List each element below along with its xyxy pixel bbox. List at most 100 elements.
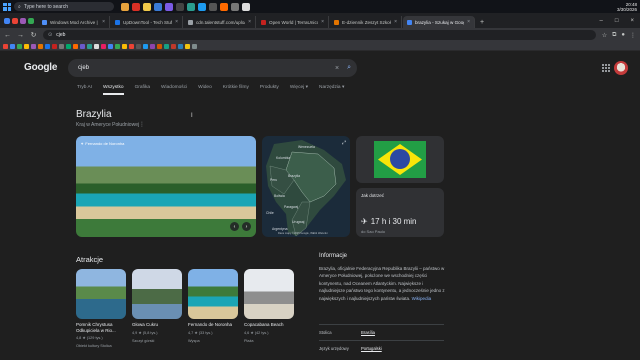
bookmark-icon[interactable]: [192, 43, 197, 49]
app-icon[interactable]: [132, 2, 140, 11]
pinned-tab-icon[interactable]: [20, 17, 26, 24]
app-icon[interactable]: [143, 2, 151, 11]
search-icon[interactable]: ⌕: [347, 64, 351, 72]
bookmark-icon[interactable]: [136, 43, 141, 49]
close-icon[interactable]: ×: [394, 19, 397, 25]
bookmark-icon[interactable]: [94, 43, 99, 49]
bookmark-icon[interactable]: [101, 43, 106, 49]
file-explorer-icon[interactable]: [121, 2, 129, 11]
google-logo[interactable]: Google: [24, 62, 57, 73]
previous-arrow-icon[interactable]: ‹: [230, 222, 239, 231]
bookmark-icon[interactable]: [52, 43, 57, 49]
back-icon[interactable]: ←: [4, 32, 11, 39]
bookmark-icon[interactable]: [115, 43, 120, 49]
bookmark-icon[interactable]: [73, 43, 78, 49]
app-icon[interactable]: [165, 2, 173, 11]
bookmark-icon[interactable]: [38, 43, 43, 49]
bookmark-icon[interactable]: [129, 43, 134, 49]
avatar[interactable]: [614, 61, 628, 75]
app-icon[interactable]: [198, 2, 206, 11]
wikipedia-link[interactable]: Wikipedia: [412, 296, 432, 301]
app-icon[interactable]: [231, 2, 239, 11]
browser-tab[interactable]: UpDownTool - Tech Stuff ×: [111, 16, 183, 28]
taskbar-search[interactable]: ⌕ Type here to search: [14, 2, 114, 11]
tab-more[interactable]: Więcej ▾: [290, 85, 308, 95]
windows-start-icon[interactable]: [3, 2, 11, 11]
expand-icon[interactable]: ⤢: [342, 140, 346, 146]
tab-tools[interactable]: Narzędzia ▾: [319, 85, 344, 95]
app-icon[interactable]: [176, 2, 184, 11]
browser-tab[interactable]: Open World | TerraUnicos ×: [257, 16, 329, 28]
bookmark-icon[interactable]: [31, 43, 36, 49]
attraction-card[interactable]: Fernando de Noronha 4,7 ★ (33 tys.) Wysp…: [188, 269, 238, 344]
new-tab-button[interactable]: +: [476, 19, 488, 28]
address-bar[interactable]: ⊙ cjeb: [43, 30, 596, 40]
app-icon[interactable]: [154, 2, 162, 11]
bookmark-icon[interactable]: [10, 43, 15, 49]
menu-icon[interactable]: ⋮: [630, 32, 636, 39]
bookmark-icon[interactable]: [171, 43, 176, 49]
bookmark-icon[interactable]: [108, 43, 113, 49]
close-icon[interactable]: ×: [321, 19, 324, 25]
tab-videos[interactable]: Wideo: [198, 85, 212, 95]
main-photo[interactable]: ⌖ Fernando de Noronha ‹ ›: [76, 136, 256, 237]
pinned-tab-icon[interactable]: [28, 17, 34, 24]
bookmark-icon[interactable]: [87, 43, 92, 49]
search-input[interactable]: cjeb × ⌕: [68, 59, 357, 77]
app-icon[interactable]: [242, 2, 250, 11]
bookmark-icon[interactable]: [178, 43, 183, 49]
reload-icon[interactable]: ↻: [30, 31, 37, 39]
pinned-tab-icon[interactable]: [4, 17, 10, 24]
bookmark-icon[interactable]: [80, 43, 85, 49]
clear-icon[interactable]: ×: [335, 65, 339, 72]
bookmark-icon[interactable]: [164, 43, 169, 49]
close-icon[interactable]: ×: [467, 19, 470, 25]
close-icon[interactable]: ×: [102, 19, 105, 25]
maximize-icon[interactable]: □: [615, 18, 619, 24]
tab-short-videos[interactable]: Krótkie filmy: [223, 85, 249, 95]
bookmark-icon[interactable]: [157, 43, 162, 49]
bookmark-star-icon[interactable]: ☆: [602, 32, 607, 39]
bookmark-icon[interactable]: [66, 43, 71, 49]
browser-tab[interactable]: E-dziennik Zeszyt Szkoł Techni ×: [330, 16, 402, 28]
taskbar-clock[interactable]: 20:48 3/30/2026: [617, 2, 637, 12]
travel-card[interactable]: Jak dotrzeć ✈ 17 h i 30 min do Sao Paulo: [356, 188, 444, 237]
country-map[interactable]: Wenezuela Kolumbia Peru Brazylia Boliwia…: [262, 136, 350, 237]
google-apps-icon[interactable]: [602, 64, 610, 72]
flag-card[interactable]: [356, 136, 444, 183]
bookmark-icon[interactable]: [143, 43, 148, 49]
app-icon[interactable]: [209, 2, 217, 11]
forward-icon[interactable]: →: [17, 32, 24, 39]
bookmark-icon[interactable]: [45, 43, 50, 49]
app-icon[interactable]: [187, 2, 195, 11]
profile-icon[interactable]: ●: [621, 32, 625, 39]
next-arrow-icon[interactable]: ›: [242, 222, 251, 231]
extensions-icon[interactable]: ⧉: [612, 32, 616, 39]
tab-news[interactable]: Wiadomości: [161, 85, 187, 95]
attraction-card[interactable]: Pomnik Chrystusa Odkupiciela w Rio... 4,…: [76, 269, 126, 349]
bookmark-icon[interactable]: [185, 43, 190, 49]
close-icon[interactable]: ×: [175, 19, 178, 25]
attraction-card[interactable]: Copacabana Beach 4,6 ★ (42 tys.) Plaża: [244, 269, 294, 344]
browser-tab[interactable]: cdn.talentstuff.com/uploads/LL ×: [184, 16, 256, 28]
bookmark-icon[interactable]: [59, 43, 64, 49]
tab-all[interactable]: Wszystko: [103, 85, 124, 95]
tab-products[interactable]: Produkty: [260, 85, 279, 95]
bookmark-icon[interactable]: [3, 43, 8, 49]
site-info-icon[interactable]: ⊙: [48, 32, 52, 38]
bookmark-icon[interactable]: [150, 43, 155, 49]
fact-value-link[interactable]: Portugalski: [361, 346, 382, 352]
minimize-icon[interactable]: –: [600, 18, 603, 24]
browser-tab[interactable]: Windows Mod Archive | Free D ×: [38, 16, 110, 28]
bookmark-icon[interactable]: [24, 43, 29, 49]
browser-tab-active[interactable]: brazylia - Szukaj w Google ×: [403, 16, 475, 28]
bookmark-icon[interactable]: [17, 43, 22, 49]
app-icon[interactable]: [220, 2, 228, 11]
close-icon[interactable]: ×: [248, 19, 251, 25]
more-options-icon[interactable]: ⋮: [139, 121, 145, 128]
close-window-icon[interactable]: ×: [630, 18, 634, 24]
pinned-tab-icon[interactable]: [12, 17, 18, 24]
attraction-card[interactable]: Głowa Cukru 4,9 ★ (5,8 tys.) Szczyt górs…: [132, 269, 182, 344]
fact-value-link[interactable]: Brasília: [361, 330, 375, 336]
tab-images[interactable]: Grafika: [135, 85, 150, 95]
